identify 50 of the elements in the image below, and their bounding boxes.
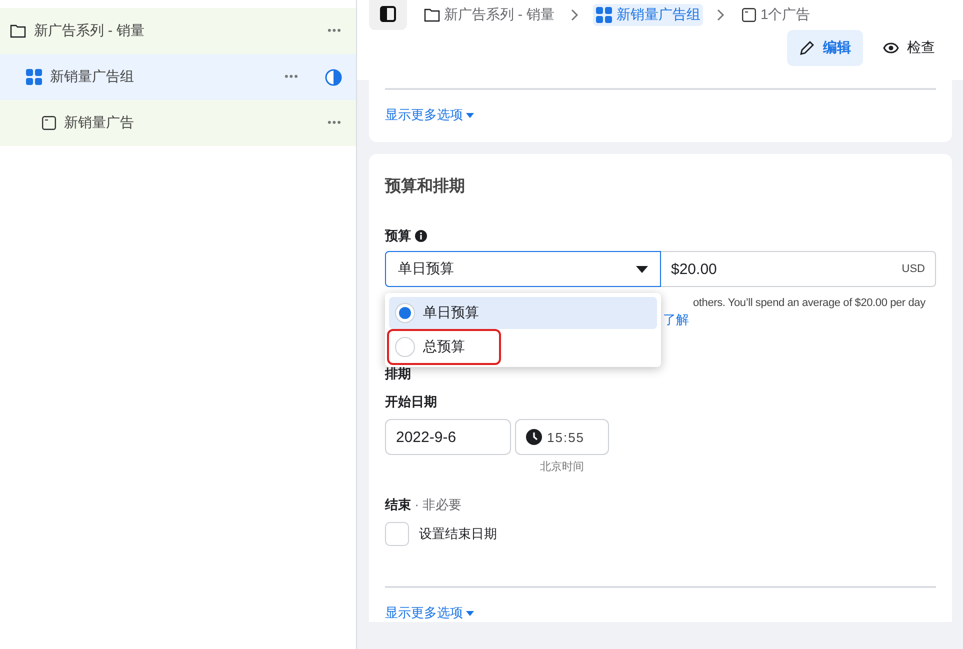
caret-icon <box>636 266 648 272</box>
sidebar-item[interactable]: 新广告系列 - 销量 ••• <box>0 8 356 54</box>
breadcrumb-link[interactable]: 新广告系列 - 销量 <box>421 4 558 26</box>
breadcrumb-link[interactable]: 1个广告 <box>739 4 814 26</box>
caret-icon <box>466 112 474 118</box>
chevron-icon <box>717 9 726 21</box>
info-icon <box>415 230 427 242</box>
timezone-label: 北京时间 <box>540 460 584 474</box>
panel-icon <box>380 6 396 22</box>
show-more-link[interactable]: 显示更多选项 <box>385 604 474 622</box>
budget-type-dropdown[interactable]: 单日预算 <box>385 251 661 287</box>
mode-button[interactable]: 检查 <box>871 30 947 66</box>
amount-value: $20.00 <box>671 260 717 278</box>
currency-label: USD <box>902 263 925 275</box>
dropdown-option[interactable]: 总预算 <box>389 331 499 363</box>
more-icon[interactable]: ••• <box>327 117 342 129</box>
grid-icon <box>596 7 612 23</box>
caret-icon <box>466 610 474 616</box>
grid-icon <box>26 69 42 85</box>
mode-button[interactable]: 编辑 <box>787 30 863 66</box>
field-label: 排期 <box>385 365 411 383</box>
more-icon[interactable]: ••• <box>327 25 342 37</box>
card-title: 预算和排期 <box>385 176 466 197</box>
sidebar-item[interactable]: 新销量广告 ••• <box>0 100 356 146</box>
window-icon <box>42 116 56 130</box>
checkbox-label: 设置结束日期 <box>419 525 497 543</box>
folder-icon <box>424 8 440 22</box>
field-label: 预算 <box>385 227 411 245</box>
eye-icon <box>883 42 899 54</box>
clock-icon <box>526 429 542 445</box>
chevron-icon <box>571 9 580 21</box>
help-text: others. You’ll spend an average of $20.00 per day <box>692 297 926 309</box>
time-field[interactable]: 15:55 <box>515 419 609 455</box>
learn-more-link[interactable]: 了解 <box>663 311 689 329</box>
checkbox[interactable] <box>385 522 409 546</box>
sidebar-toggle-button[interactable] <box>369 0 407 30</box>
more-icon[interactable]: ••• <box>284 71 299 83</box>
window-icon <box>742 8 756 22</box>
radio-button[interactable] <box>395 337 415 357</box>
sidebar-item[interactable]: 新销量广告组 ••• <box>0 54 356 100</box>
show-more-link[interactable]: 显示更多选项 <box>385 106 474 124</box>
breadcrumb-link[interactable]: 新销量广告组 <box>593 4 704 26</box>
date-field[interactable]: 2022-9-6 <box>385 419 511 455</box>
folder-icon <box>10 24 26 38</box>
field-label: 结束 · 非必要 <box>385 497 462 512</box>
dropdown-option[interactable]: 单日预算 <box>389 297 657 329</box>
field-label: 开始日期 <box>385 394 437 409</box>
pencil-icon <box>799 40 815 56</box>
budget-amount-field[interactable]: $20.00 USD <box>661 251 936 287</box>
radio-button[interactable] <box>395 303 415 323</box>
